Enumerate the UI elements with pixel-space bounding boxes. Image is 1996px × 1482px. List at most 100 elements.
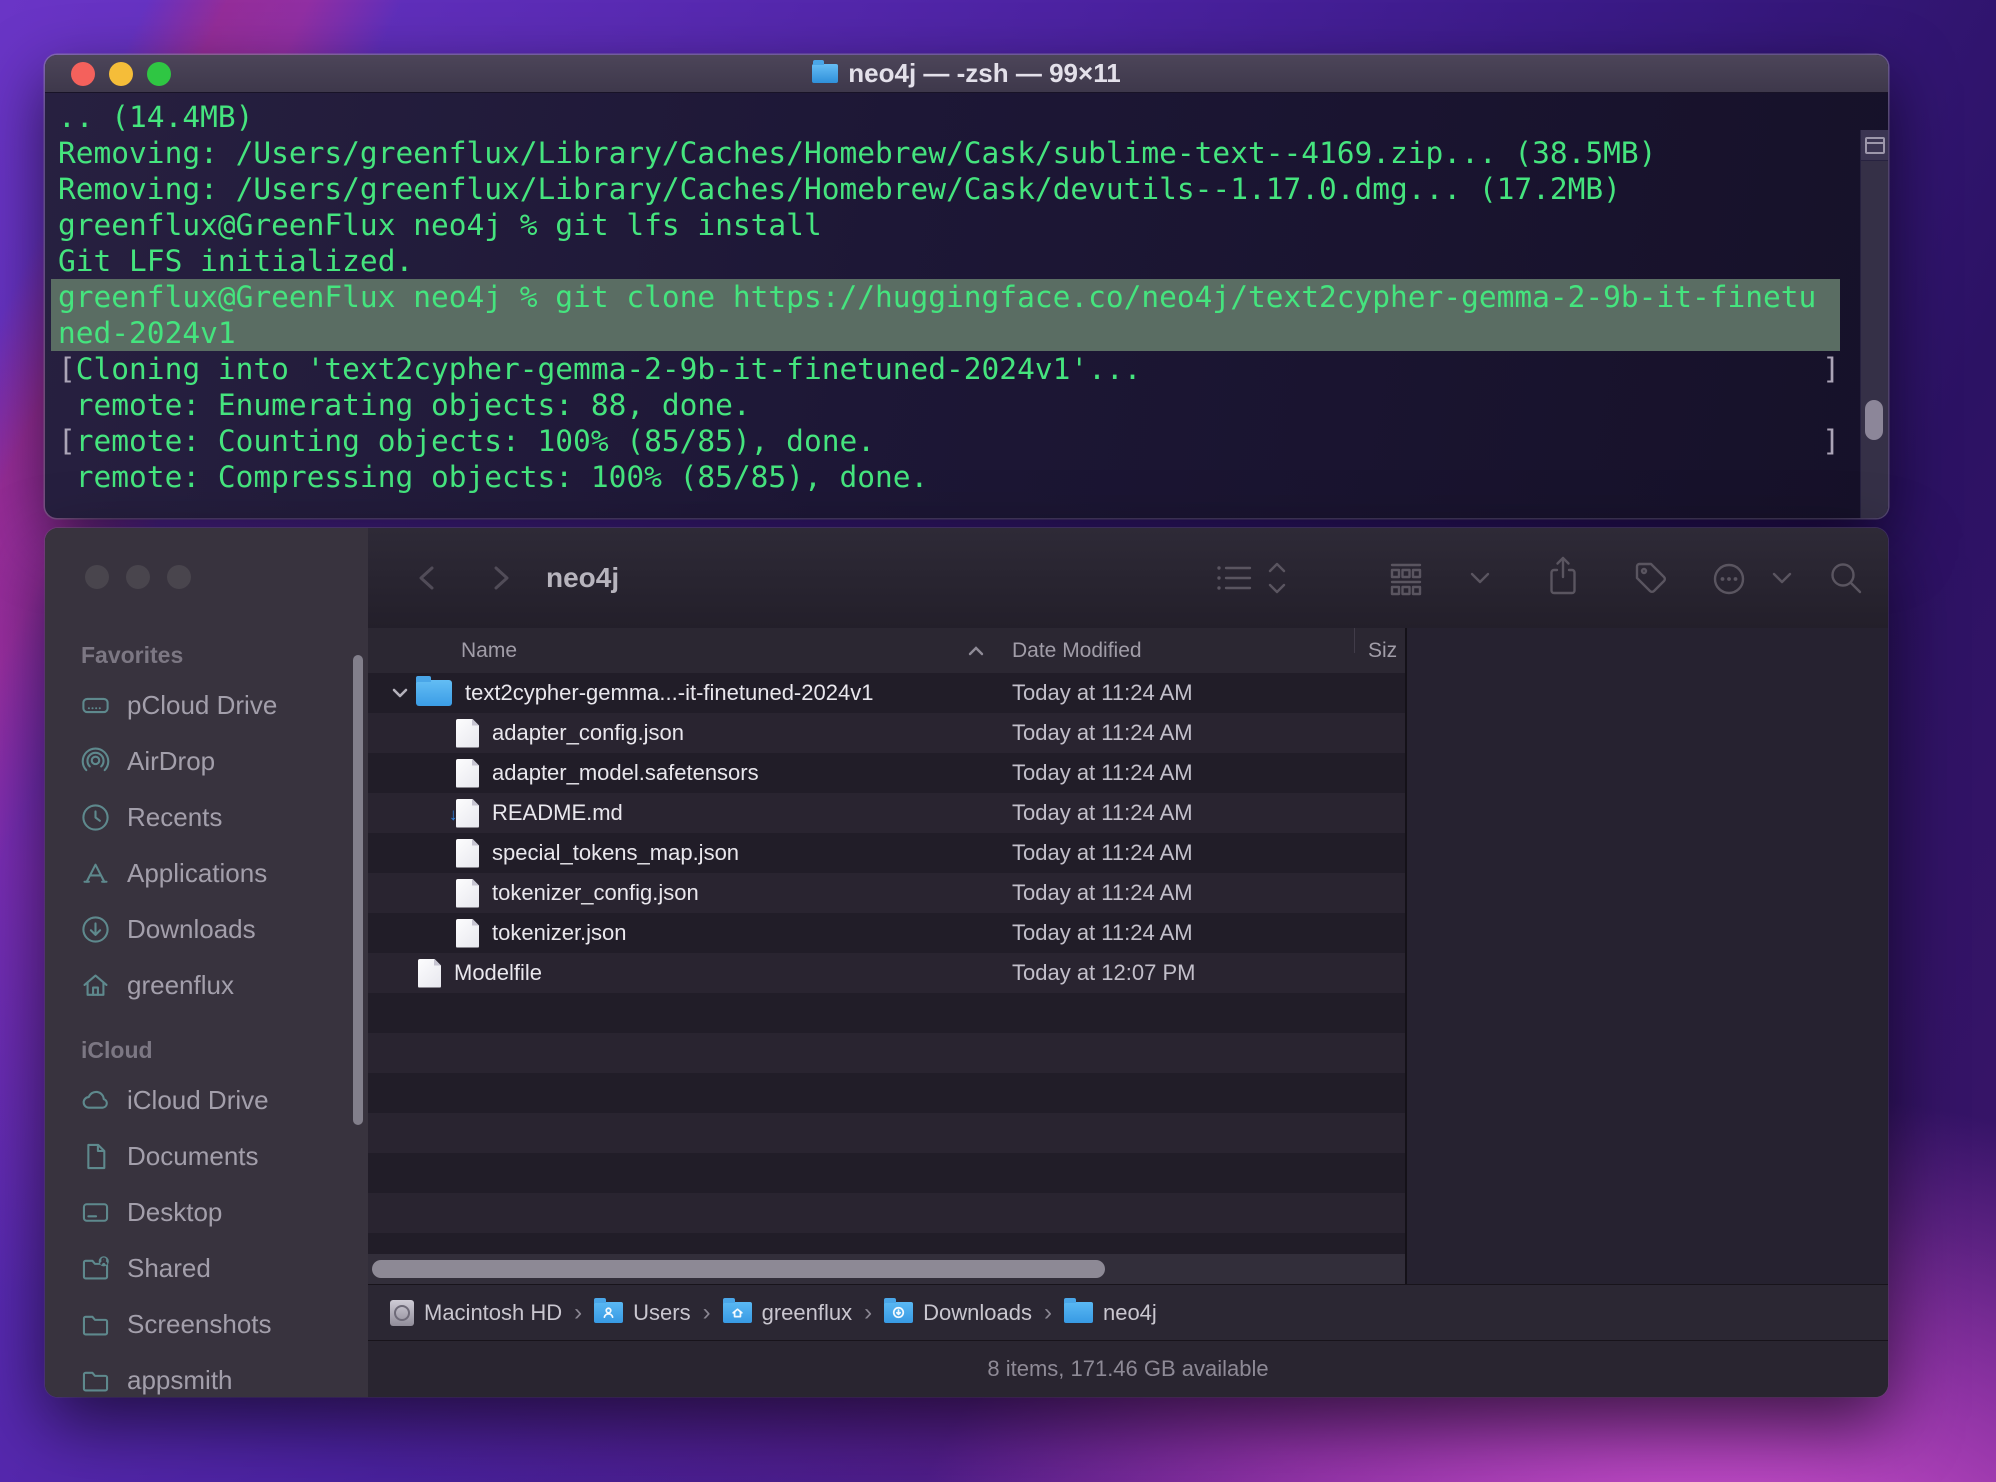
sidebar-section-favorites: Favorites [81, 642, 368, 669]
path-item-macintosh-hd[interactable]: Macintosh HD [390, 1300, 562, 1326]
file-name: README.md [492, 800, 623, 826]
folder-icon [1064, 1302, 1093, 1323]
sidebar-item-label: AirDrop [127, 746, 215, 777]
sort-toggle-icon[interactable] [1264, 557, 1290, 599]
path-separator: › [703, 1299, 711, 1327]
sidebar-scrollbar-thumb[interactable] [353, 655, 363, 1125]
terminal-line: .. (14.4MB) [51, 99, 1840, 135]
desktop-icon [79, 1196, 112, 1229]
sidebar-item-appsmith[interactable]: appsmith [45, 1352, 368, 1397]
close-button[interactable] [71, 62, 95, 86]
sidebar-item-pcloud-drive[interactable]: pCloud Drive [45, 677, 368, 733]
sidebar-item-airdrop[interactable]: AirDrop [45, 733, 368, 789]
file-date: Today at 11:24 AM [1012, 840, 1193, 866]
close-button[interactable] [85, 565, 109, 589]
share-icon[interactable] [1544, 554, 1582, 602]
sidebar-item-label: Recents [127, 802, 222, 833]
file-name: adapter_model.safetensors [492, 760, 759, 786]
terminal-output[interactable]: .. (14.4MB) Removing: /Users/greenflux/L… [45, 93, 1888, 518]
list-view-icon[interactable] [1214, 561, 1254, 595]
sidebar-item-applications[interactable]: Applications [45, 845, 368, 901]
file-name: Modelfile [454, 960, 542, 986]
path-item-greenflux[interactable]: greenflux [723, 1300, 853, 1326]
path-item-downloads[interactable]: Downloads [884, 1300, 1032, 1326]
home-folder-icon [723, 1302, 752, 1323]
terminal-line: Removing: /Users/greenflux/Library/Cache… [51, 135, 1840, 171]
minimize-button[interactable] [109, 62, 133, 86]
finder-main: neo4j Name Date Modified Siz [368, 528, 1888, 1397]
document-icon [456, 719, 479, 748]
horizontal-scrollbar-thumb[interactable] [372, 1260, 1105, 1278]
document-icon [456, 759, 479, 788]
column-header-name[interactable]: Name [461, 628, 517, 673]
back-button[interactable] [412, 560, 444, 596]
forward-button[interactable] [484, 560, 516, 596]
column-header-size[interactable]: Siz [1368, 628, 1397, 673]
path-separator: › [1044, 1299, 1052, 1327]
terminal-titlebar[interactable]: neo4j — -zsh — 99×11 [45, 55, 1888, 93]
column-header-date-modified[interactable]: Date Modified [1012, 628, 1142, 673]
chevron-down-icon[interactable] [1468, 570, 1492, 588]
sidebar-item-recents[interactable]: Recents [45, 789, 368, 845]
downloads-folder-icon [884, 1302, 913, 1323]
finder-traffic-lights [85, 565, 191, 589]
terminal-line-selected: ned-2024v1 [51, 315, 1840, 351]
zoom-button[interactable] [147, 62, 171, 86]
file-row[interactable]: text2cypher-gemma...-it-finetuned-2024v1… [368, 673, 1405, 713]
airdrop-icon [79, 745, 112, 778]
search-icon[interactable] [1826, 558, 1866, 598]
file-date: Today at 11:24 AM [1012, 880, 1193, 906]
disclosure-chevron-icon[interactable] [390, 683, 410, 703]
file-row[interactable]: tokenizer_config.json Today at 11:24 AM [368, 873, 1405, 913]
terminal-scrollbar-thumb[interactable] [1865, 400, 1883, 440]
file-date: Today at 11:24 AM [1012, 720, 1193, 746]
terminal-line-text: remote: Counting objects: 100% (85/85), … [76, 423, 875, 459]
path-item-users[interactable]: Users [594, 1300, 690, 1326]
sidebar-item-documents[interactable]: Documents [45, 1128, 368, 1184]
path-label: Macintosh HD [424, 1300, 562, 1326]
list-column-headers: Name Date Modified Siz [368, 628, 1405, 674]
terminal-line-text: ned-2024v1 [58, 315, 236, 351]
sidebar-item-screenshots[interactable]: Screenshots [45, 1296, 368, 1352]
group-by-icon[interactable] [1386, 559, 1426, 597]
chevron-down-icon[interactable] [1770, 570, 1794, 588]
terminal-line: [remote: Counting objects: 100% (85/85),… [51, 423, 1840, 459]
sidebar-item-greenflux-home[interactable]: greenflux [45, 957, 368, 1013]
zoom-button[interactable] [167, 565, 191, 589]
path-label: neo4j [1103, 1300, 1157, 1326]
sidebar-item-label: greenflux [127, 970, 234, 1001]
file-row[interactable]: Modelfile Today at 12:07 PM [368, 953, 1405, 993]
sidebar-item-downloads[interactable]: Downloads [45, 901, 368, 957]
minimize-button[interactable] [126, 565, 150, 589]
document-icon [79, 1140, 112, 1173]
terminal-line: remote: Enumerating objects: 88, done. [51, 387, 1840, 423]
path-item-neo4j[interactable]: neo4j [1064, 1300, 1157, 1326]
download-icon [79, 913, 112, 946]
more-options-icon[interactable] [1708, 561, 1750, 597]
status-text: 8 items, 171.46 GB available [987, 1356, 1268, 1382]
file-row[interactable]: special_tokens_map.json Today at 11:24 A… [368, 833, 1405, 873]
file-row[interactable]: README.md Today at 11:24 AM [368, 793, 1405, 833]
finder-toolbar: neo4j [368, 528, 1888, 629]
sidebar-item-icloud-drive[interactable]: iCloud Drive [45, 1072, 368, 1128]
empty-row [368, 1033, 1405, 1073]
file-row[interactable]: adapter_model.safetensors Today at 11:24… [368, 753, 1405, 793]
file-row[interactable]: tokenizer.json Today at 11:24 AM [368, 913, 1405, 953]
file-name: text2cypher-gemma...-it-finetuned-2024v1 [465, 680, 873, 706]
drive-icon [79, 689, 112, 722]
file-row[interactable]: adapter_config.json Today at 11:24 AM [368, 713, 1405, 753]
terminal-window: neo4j — -zsh — 99×11 .. (14.4MB) Removin… [45, 55, 1888, 518]
document-icon [418, 959, 441, 988]
terminal-scrollbar[interactable] [1860, 130, 1888, 518]
path-separator: › [864, 1299, 872, 1327]
column-divider[interactable] [1354, 628, 1355, 653]
tag-icon[interactable] [1630, 558, 1670, 598]
sidebar-item-shared[interactable]: Shared [45, 1240, 368, 1296]
sidebar-item-desktop[interactable]: Desktop [45, 1184, 368, 1240]
horizontal-scrollbar[interactable] [368, 1254, 1405, 1284]
terminal-line: Removing: /Users/greenflux/Library/Cache… [51, 171, 1840, 207]
document-icon [456, 879, 479, 908]
split-pane-button[interactable] [1861, 130, 1888, 161]
empty-row [368, 1233, 1405, 1254]
sidebar-item-label: Documents [127, 1141, 259, 1172]
